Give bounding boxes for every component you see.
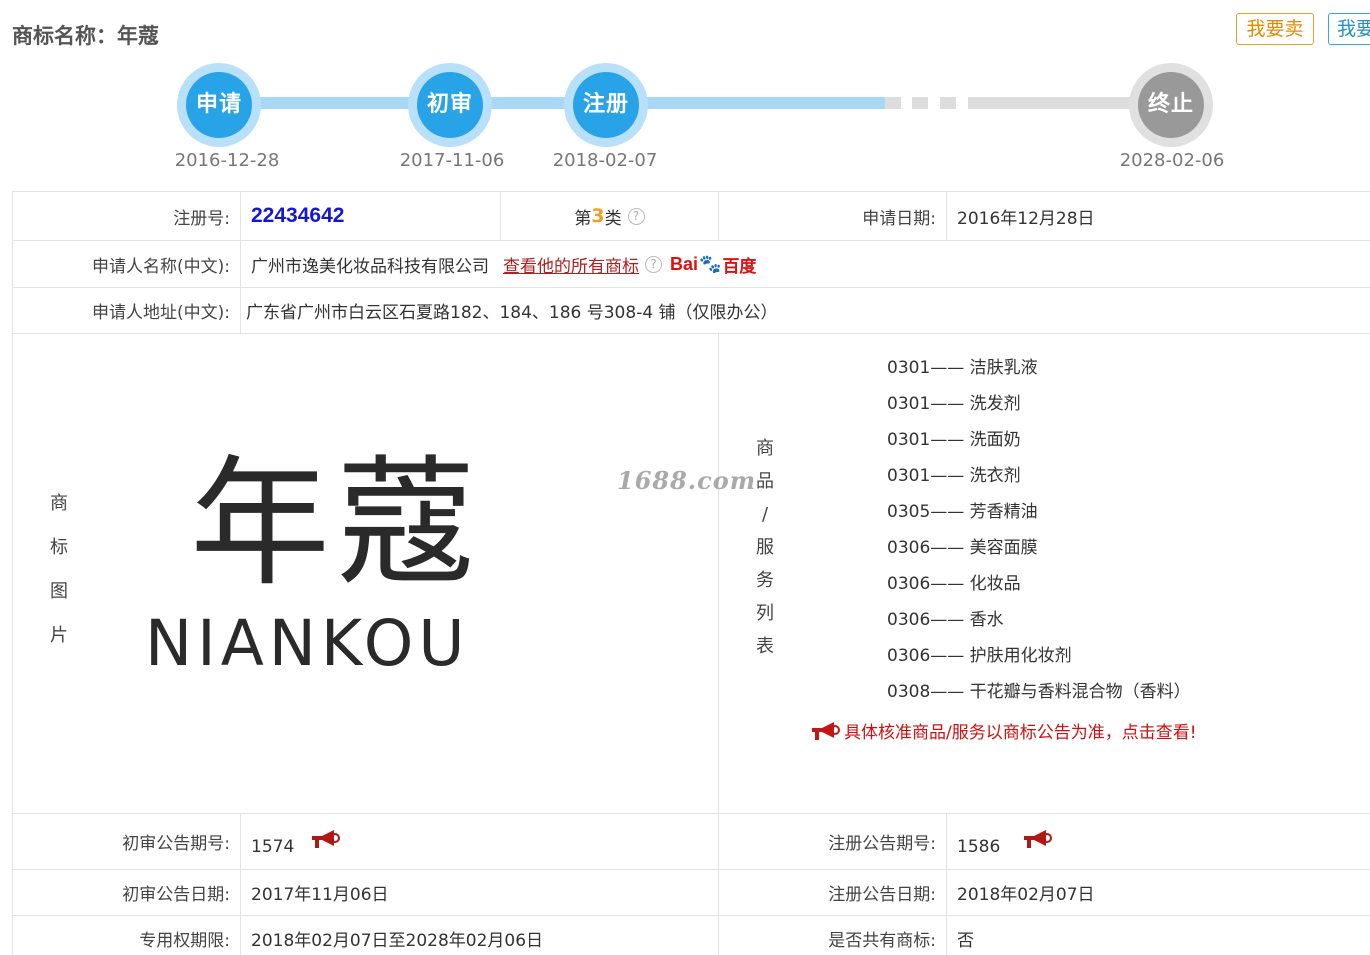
table-row: 专用权期限: 2018年02月07日至2028年02月06日 是否共有商标: 否 [12, 916, 1370, 955]
goods-list-label: 商 品 / 服 务 列 表 [756, 438, 774, 657]
megaphone-icon[interactable] [1022, 828, 1053, 850]
apply-date-label: 申请日期: [718, 192, 946, 240]
list-item: 0301—— 洗面奶 [887, 430, 1021, 450]
baidu-logo-text: Bai [670, 253, 699, 274]
prelim-issue-label: 初审公告期号: [12, 814, 240, 869]
reg-date-value: 2018年02月07日 [946, 870, 1370, 915]
applicant-cell: 广州市逸美化妆品科技有限公司 查看他的所有商标 ? Bai 🐾 百度 [240, 241, 1370, 287]
list-item: 0306—— 香水 [887, 610, 1004, 630]
reg-no-value: 22434642 [251, 204, 345, 227]
class-cell: 第 3 类? [500, 192, 718, 240]
timeline-node-apply: 申请 [177, 63, 261, 147]
trademark-logo-english: NIANKOU [145, 607, 470, 680]
table-row: 申请人地址(中文): 广东省广州市白云区石夏路182、184、186 号308-… [12, 288, 1370, 334]
reg-date-label: 注册公告日期: [718, 870, 946, 915]
class-suffix: 类 [604, 208, 622, 229]
baidu-search-button[interactable]: Bai 🐾 百度 [670, 252, 756, 277]
apply-date-value: 2016年12月28日 [946, 192, 1370, 240]
reg-no-cell: 22434642 [240, 192, 500, 240]
class-prefix: 第 [574, 208, 592, 229]
goods-notice-text: 具体核准商品/服务以商标公告为准，点击查看! [844, 723, 1197, 743]
term-value: 2018年02月07日至2028年02月06日 [240, 916, 718, 955]
megaphone-icon [810, 720, 840, 742]
baidu-logo-cn: 百度 [722, 256, 757, 277]
prelim-date-value: 2017年11月06日 [240, 870, 718, 915]
reg-issue-cell: 1586 [946, 814, 1370, 869]
prelim-issue-cell: 1574 [240, 814, 718, 869]
timeline-progress-bar [220, 97, 885, 109]
sell-button[interactable]: 我要卖 [1236, 13, 1314, 45]
goods-notice-link[interactable]: 具体核准商品/服务以商标公告为准，点击查看! [810, 718, 1197, 743]
applicant-label: 申请人名称(中文): [12, 241, 240, 287]
trademark-detail-table: 注册号: 22434642 第 3 类? 申请日期: 2016年12月28日 申请人… [12, 191, 1370, 955]
term-label: 专用权期限: [12, 916, 240, 955]
list-item: 0301—— 洗发剂 [887, 394, 1021, 414]
trademark-image-label: 商 标 图 片 [50, 493, 68, 646]
shared-value: 否 [946, 916, 1370, 955]
timeline-dash [912, 97, 928, 109]
goods-list: 0301—— 洁肤乳液 0301—— 洗发剂 0301—— 洗面奶 0301——… [887, 356, 1191, 716]
class-number: 3 [591, 205, 605, 227]
list-item: 0306—— 护肤用化妆剂 [887, 646, 1072, 666]
table-row: 初审公告日期: 2017年11月06日 注册公告日期: 2018年02月07日 [12, 870, 1370, 916]
list-item: 0301—— 洁肤乳液 [887, 358, 1038, 378]
timeline-node-register: 注册 [564, 63, 648, 147]
buy-button[interactable]: 我要买 [1328, 13, 1370, 45]
table-row: 初审公告期号: 1574 注册公告期号: 1586 [12, 814, 1370, 870]
help-icon[interactable]: ? [627, 207, 645, 225]
prelim-date-label: 初审公告日期: [12, 870, 240, 915]
timeline-date-expire: 2028-02-06 [1119, 150, 1225, 171]
reg-issue-value: 1586 [957, 836, 1001, 857]
view-all-trademarks-link[interactable]: 查看他的所有商标 [503, 252, 639, 277]
timeline-date-register: 2018-02-07 [552, 150, 658, 171]
reg-no-label: 注册号: [12, 192, 240, 240]
shared-label: 是否共有商标: [718, 916, 946, 955]
list-item: 0306—— 美容面膜 [887, 538, 1038, 558]
prelim-issue-value: 1574 [251, 836, 295, 857]
table-row: 申请人名称(中文): 广州市逸美化妆品科技有限公司 查看他的所有商标 ? Bai… [12, 241, 1370, 288]
reg-issue-label: 注册公告期号: [718, 814, 946, 869]
timeline-dash [940, 97, 956, 109]
timeline-date-apply: 2016-12-28 [174, 150, 280, 171]
megaphone-icon[interactable] [310, 828, 341, 850]
list-item: 0308—— 干花瓣与香料混合物（香料） [887, 682, 1191, 702]
timeline-node-expire: 终止 [1129, 63, 1213, 147]
timeline-dash [885, 97, 901, 109]
help-icon[interactable]: ? [645, 255, 662, 273]
watermark: 1688.com [617, 466, 757, 495]
page-title: 商标名称：年蔻 [12, 24, 159, 48]
table-row: 注册号: 22434642 第 3 类? 申请日期: 2016年12月28日 [12, 192, 1370, 241]
trademark-logo-chinese: 年蔻 [190, 443, 483, 606]
timeline-node-prelim: 初审 [408, 63, 492, 147]
list-item: 0305—— 芳香精油 [887, 502, 1038, 522]
list-item: 0301—— 洗衣剂 [887, 466, 1021, 486]
timeline-date-prelim: 2017-11-06 [399, 150, 505, 171]
list-item: 0306—— 化妆品 [887, 574, 1021, 594]
baidu-paw-icon: 🐾 [699, 253, 722, 275]
address-value: 广东省广州市白云区石夏路182、184、186 号308-4 铺（仅限办公） [240, 288, 1370, 333]
applicant-value: 广州市逸美化妆品科技有限公司 [251, 256, 489, 277]
address-label: 申请人地址(中文): [12, 288, 240, 333]
